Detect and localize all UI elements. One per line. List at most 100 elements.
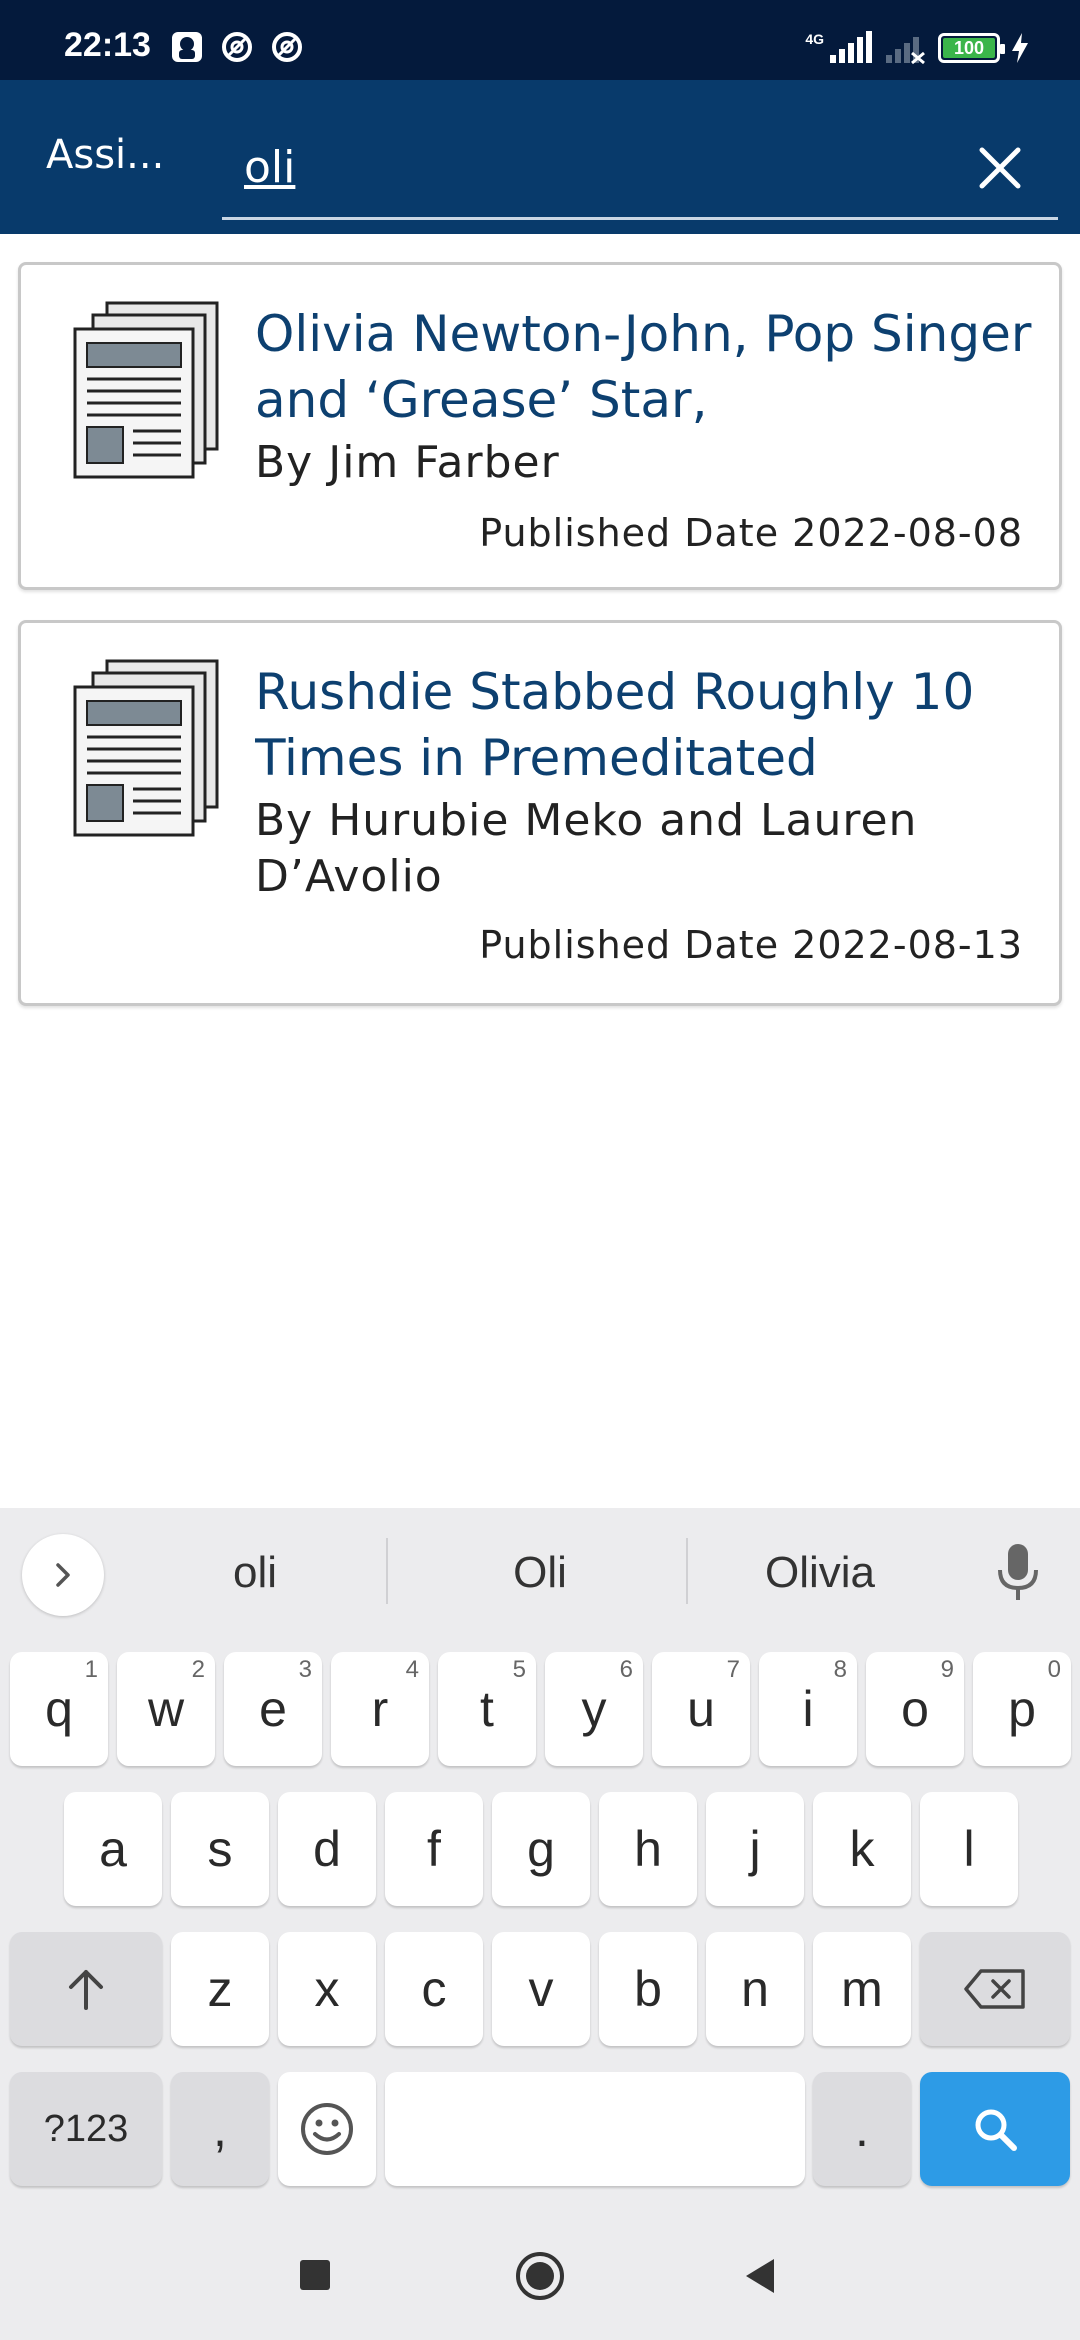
backspace-icon — [964, 1969, 1025, 2009]
article-date: Published Date 2022-08-13 — [479, 923, 1023, 967]
app-bar: Assi... — [0, 80, 1080, 234]
close-icon[interactable] — [972, 140, 1028, 196]
soft-keyboard: oli Oli Olivia q1 w2 e3 r4 t5 y6 u7 i8 o… — [0, 1508, 1080, 2210]
article-date: Published Date 2022-08-08 — [479, 511, 1023, 555]
key-label: k — [849, 1821, 875, 1877]
key-label: q — [45, 1681, 73, 1737]
key-label: g — [527, 1821, 555, 1877]
signal-icon — [830, 31, 872, 63]
key-n[interactable]: n — [706, 1932, 804, 2046]
key-d[interactable]: d — [278, 1792, 376, 1906]
key-label: r — [371, 1681, 389, 1737]
shift-arrow-icon — [69, 1970, 103, 2010]
key-v[interactable]: v — [492, 1932, 590, 2046]
chevron-right-icon — [56, 1563, 70, 1587]
suggestion-item[interactable]: oli — [140, 1538, 370, 1608]
recents-icon[interactable] — [298, 2258, 332, 2292]
expand-toolbar-button[interactable] — [22, 1534, 104, 1616]
key-m[interactable]: m — [813, 1932, 911, 2046]
key-label: b — [634, 1961, 662, 2017]
key-label: n — [741, 1961, 769, 2017]
symbols-key[interactable]: ?123 — [10, 2072, 162, 2186]
suggestion-item[interactable]: Olivia — [700, 1538, 940, 1608]
key-l[interactable]: l — [920, 1792, 1018, 1906]
key-hint: 2 — [191, 1656, 205, 1683]
microphone-icon[interactable] — [996, 1542, 1040, 1602]
key-b[interactable]: b — [599, 1932, 697, 2046]
key-w[interactable]: w2 — [117, 1652, 215, 1766]
search-field[interactable] — [222, 120, 1058, 220]
key-hint: 4 — [405, 1656, 419, 1683]
key-label: u — [687, 1681, 715, 1737]
key-i[interactable]: i8 — [759, 1652, 857, 1766]
key-label: i — [802, 1681, 814, 1737]
no-disturb-icon — [272, 32, 302, 62]
backspace-key[interactable] — [920, 1932, 1070, 2046]
space-key[interactable] — [385, 2072, 805, 2186]
suggestion-bar: oli Oli Olivia — [0, 1508, 1080, 1632]
battery-level: 100 — [943, 38, 995, 58]
charging-icon — [1012, 33, 1028, 63]
suggestion-divider — [386, 1538, 388, 1604]
key-label: m — [841, 1961, 883, 2017]
key-t[interactable]: t5 — [438, 1652, 536, 1766]
key-e[interactable]: e3 — [224, 1652, 322, 1766]
key-label: . — [855, 2101, 869, 2157]
comma-key[interactable]: , — [171, 2072, 269, 2186]
search-input[interactable] — [244, 132, 944, 202]
key-label: s — [207, 1821, 233, 1877]
key-label: y — [581, 1681, 607, 1737]
emoji-key[interactable] — [278, 2072, 376, 2186]
search-key[interactable] — [920, 2072, 1070, 2186]
key-label: l — [963, 1821, 975, 1877]
key-y[interactable]: y6 — [545, 1652, 643, 1766]
period-key[interactable]: . — [813, 2072, 911, 2186]
key-hint: 6 — [619, 1656, 633, 1683]
key-hint: 5 — [512, 1656, 526, 1683]
key-h[interactable]: h — [599, 1792, 697, 1906]
article-card[interactable]: Olivia Newton-John, Pop Singer and ‘Grea… — [18, 262, 1062, 590]
status-bar: 22:13 4G 100 — [0, 0, 1080, 80]
key-c[interactable]: c — [385, 1932, 483, 2046]
key-a[interactable]: a — [64, 1792, 162, 1906]
key-label: x — [314, 1961, 340, 2017]
key-s[interactable]: s — [171, 1792, 269, 1906]
key-label: w — [147, 1681, 185, 1737]
key-j[interactable]: j — [706, 1792, 804, 1906]
newspaper-icon — [73, 301, 219, 479]
key-label: f — [427, 1821, 441, 1877]
back-icon[interactable] — [742, 2256, 778, 2296]
article-title: Olivia Newton-John, Pop Singer and ‘Grea… — [255, 305, 1032, 429]
signal-none-icon — [886, 37, 925, 65]
key-k[interactable]: k — [813, 1792, 911, 1906]
key-hint: 1 — [84, 1656, 98, 1683]
key-hint: 3 — [298, 1656, 312, 1683]
key-o[interactable]: o9 — [866, 1652, 964, 1766]
key-g[interactable]: g — [492, 1792, 590, 1906]
key-hint: 9 — [940, 1656, 954, 1683]
key-label: h — [634, 1821, 662, 1877]
key-x[interactable]: x — [278, 1932, 376, 2046]
article-card[interactable]: Rushdie Stabbed Roughly 10 Times in Prem… — [18, 620, 1062, 1006]
key-hint: 0 — [1047, 1656, 1061, 1683]
key-q[interactable]: q1 — [10, 1652, 108, 1766]
home-icon[interactable] — [514, 2250, 566, 2302]
key-p[interactable]: p0 — [973, 1652, 1071, 1766]
key-f[interactable]: f — [385, 1792, 483, 1906]
key-r[interactable]: r4 — [331, 1652, 429, 1766]
status-time: 22:13 — [64, 26, 151, 64]
article-title: Rushdie Stabbed Roughly 10 Times in Prem… — [255, 663, 975, 787]
key-u[interactable]: u7 — [652, 1652, 750, 1766]
key-label: , — [213, 2101, 227, 2157]
network-type-label: 4G — [805, 31, 824, 47]
key-label: z — [207, 1961, 233, 2017]
article-author: By Hurubie Meko and Lauren D’Avolio — [255, 795, 918, 902]
battery-icon: 100 — [938, 33, 1005, 63]
shift-key[interactable] — [10, 1932, 162, 2046]
key-label: e — [259, 1681, 287, 1737]
key-label: j — [749, 1821, 761, 1877]
emoji-icon — [301, 2103, 353, 2155]
key-z[interactable]: z — [171, 1932, 269, 2046]
system-nav-bar — [0, 2210, 1080, 2340]
suggestion-item[interactable]: Oli — [420, 1538, 660, 1608]
